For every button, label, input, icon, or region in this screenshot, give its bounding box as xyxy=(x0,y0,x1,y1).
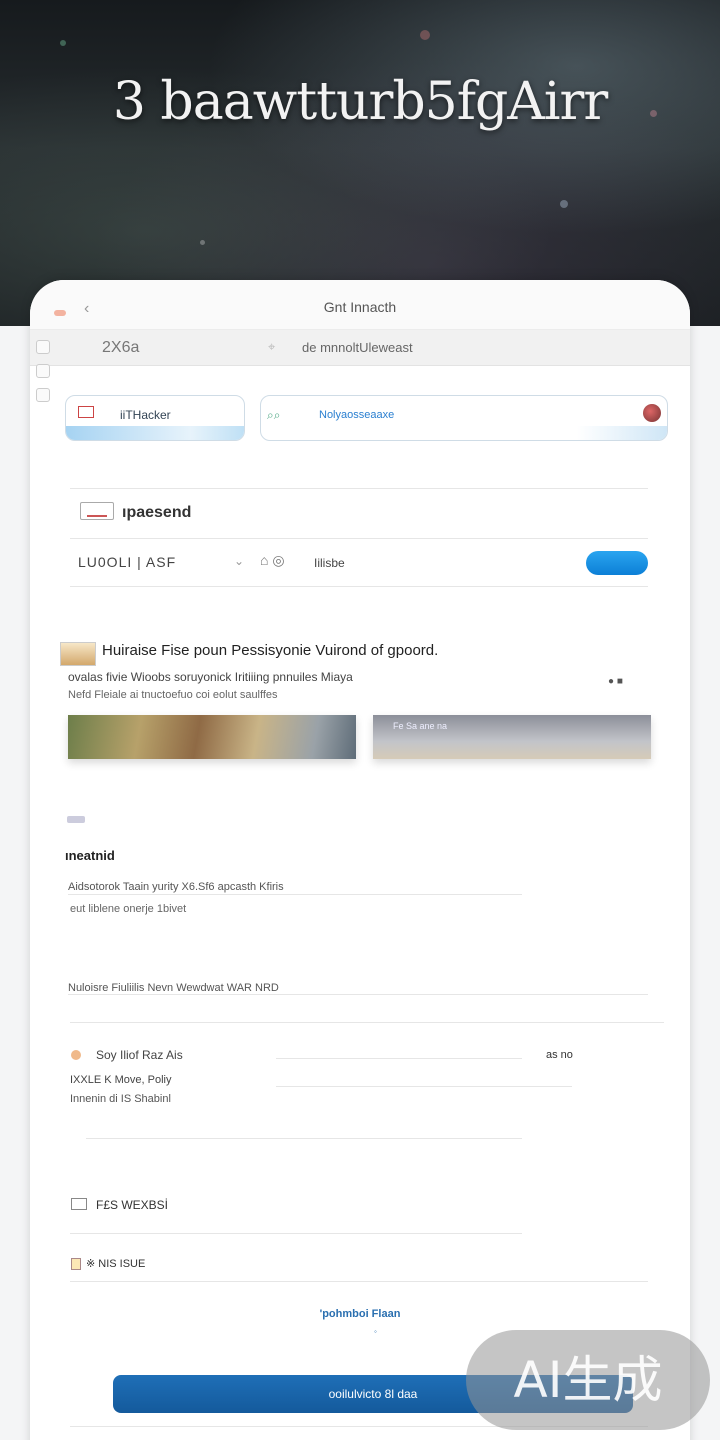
footer-link[interactable]: 'pohmboi Flaan xyxy=(30,1308,690,1320)
event-meta: Innenin di IS Shabinl xyxy=(70,1093,171,1105)
document-icon xyxy=(71,1258,81,1270)
toolbar-text: LU0OLI | ASF xyxy=(78,554,177,570)
divider xyxy=(276,1058,522,1059)
toolbar-icons[interactable]: ⌂ ◎ xyxy=(260,552,285,569)
title-bar: ‹ Gnt Innacth xyxy=(30,280,690,330)
divider xyxy=(70,586,648,587)
divider xyxy=(70,538,648,539)
section-chip-icon xyxy=(67,816,85,823)
avatar[interactable] xyxy=(643,404,661,422)
envelope-icon xyxy=(80,502,114,520)
pager-dot-icon: ◦ xyxy=(374,1327,377,1336)
prepend-label: ıpaesend xyxy=(122,504,192,521)
toolbar-label: Iilisbe xyxy=(314,556,345,570)
location-pin-icon: ⌖ xyxy=(268,339,276,354)
flag-icon xyxy=(78,406,94,418)
search-chip-left[interactable]: iiTHacker xyxy=(65,395,245,441)
image-caption: Fe Sa ane na xyxy=(393,721,448,731)
app-window: ‹ Gnt Innacth 2X6a ⌖ de mnnoltUleweast i… xyxy=(30,280,690,1440)
address-number: 2X6a xyxy=(102,339,140,356)
address-bar[interactable]: 2X6a ⌖ de mnnoltUleweast xyxy=(30,330,690,366)
side-toolbar xyxy=(36,340,54,412)
section-line[interactable]: Nuloisre Fiuliilis Nevn Wewdwat WAR NRD xyxy=(68,982,279,994)
wave-decoration xyxy=(577,426,667,440)
address-url[interactable]: de mnnoltUleweast xyxy=(302,340,413,355)
divider xyxy=(276,1086,572,1087)
article-caption: Nefd Fleiale ai tnuctoefuo coi eolut sau… xyxy=(68,689,278,701)
hero-title: 3 baawtturb5fgAirr xyxy=(112,72,608,132)
status-dot-icon xyxy=(71,1050,81,1060)
divider xyxy=(70,1022,664,1023)
side-tool-icon[interactable] xyxy=(36,388,50,402)
event-name[interactable]: Soy Iliof Raz Ais xyxy=(96,1048,183,1062)
window-title: Gnt Innacth xyxy=(323,299,397,315)
article-thumbnail[interactable] xyxy=(60,642,96,666)
side-tool-icon[interactable] xyxy=(36,364,50,378)
ai-generated-watermark: AI生成 xyxy=(466,1330,710,1430)
search-icon: ⌕⌕ xyxy=(267,408,281,422)
search-chip-label: iiTHacker xyxy=(120,408,171,422)
article-title[interactable]: Huiraise Fise poun Pessisyonie Vuirond o… xyxy=(102,642,438,659)
article-subtitle: ovalas fivie Wioobs soruyonick Iritiiing… xyxy=(68,670,353,684)
divider xyxy=(70,1233,522,1234)
event-right-value: as no xyxy=(546,1049,573,1061)
divider xyxy=(68,994,648,995)
more-options-icon[interactable]: ● ■ xyxy=(608,676,623,687)
news-item[interactable]: F£S WEXBSİ xyxy=(96,1198,168,1212)
side-tool-icon[interactable] xyxy=(36,340,50,354)
news-item[interactable]: ※ NIS ISUE xyxy=(86,1257,145,1270)
wave-decoration xyxy=(66,426,244,440)
section-heading: ıneatnid xyxy=(65,848,115,863)
article-image[interactable]: Fe Sa ane na xyxy=(373,715,651,759)
divider xyxy=(70,488,648,489)
section-line: eut liblene onerje 1bivet xyxy=(70,903,187,915)
divider xyxy=(68,894,522,895)
primary-toggle-button[interactable] xyxy=(586,551,648,575)
chevron-down-icon[interactable]: ⌄ xyxy=(234,554,244,568)
article-image[interactable] xyxy=(68,715,356,759)
news-icon xyxy=(71,1198,87,1210)
search-placeholder: Nolyaosseaaxe xyxy=(319,409,395,421)
event-meta: IXXLE K Move, Poliy xyxy=(70,1074,172,1086)
section-line[interactable]: Aidsotorok Taain yurity X6.Sf6 apcasth K… xyxy=(68,881,284,893)
divider xyxy=(86,1138,522,1139)
divider xyxy=(70,1281,648,1282)
search-input[interactable]: ⌕⌕ Nolyaosseaaxe xyxy=(260,395,668,441)
